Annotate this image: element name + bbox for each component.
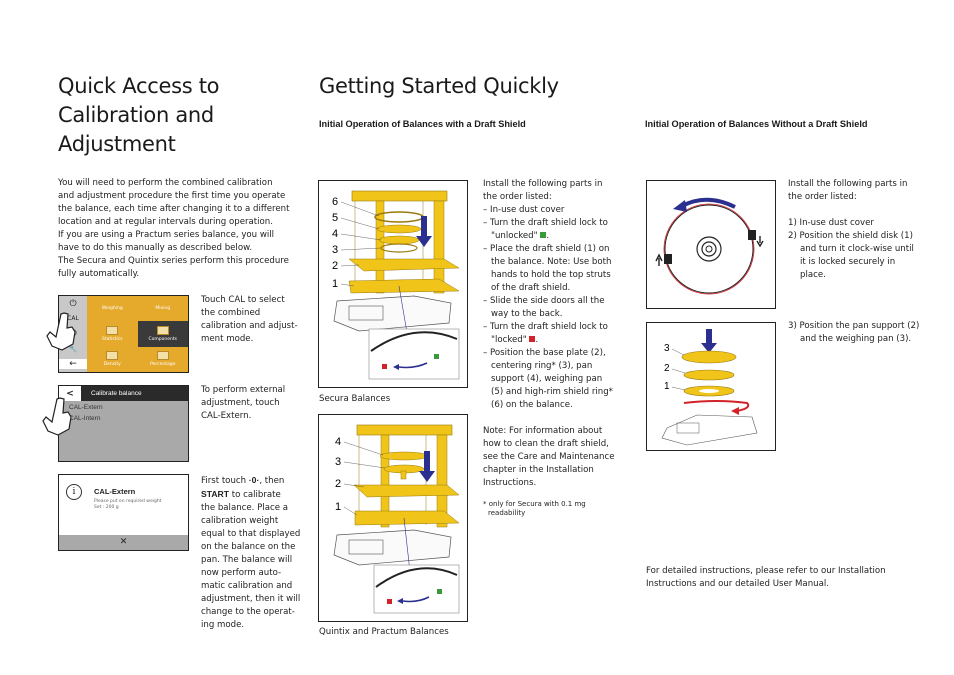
lock-open-icon [434, 354, 439, 359]
quintix-balance-figure: 4 3 2 1 [318, 414, 468, 622]
app-density[interactable]: Density [87, 347, 138, 372]
callout-3: 3 [332, 244, 338, 256]
lock-closed-icon [387, 599, 392, 604]
callout-1: 1 [332, 278, 338, 290]
callout-1: 1 [335, 501, 341, 513]
section-heading-with-shield: Initial Operation of Balances with a Dra… [319, 119, 526, 129]
start-key: START [201, 489, 230, 499]
draft-shield-instructions: Install the following parts in the order … [483, 179, 615, 517]
step1-text: Touch CAL to select the combined calibrati… [201, 295, 298, 344]
lock-closed-icon [382, 364, 387, 369]
cleaning-note: Note: For information about how to clean… [483, 426, 615, 488]
callout-2: 2 [664, 363, 670, 374]
pan-instructions: 3) Position the pan support (2) and the … [788, 321, 920, 344]
callout-6: 6 [332, 196, 338, 208]
quintix-caption: Quintix and Practum Balances [319, 627, 449, 637]
app-mixing[interactable]: Mixing [138, 296, 189, 321]
app-weighing[interactable]: Weighing [87, 296, 138, 321]
page-title-calibration: Quick Access to Calibration and Adjustme… [58, 74, 220, 156]
secura-caption: Secura Balances [319, 394, 391, 404]
unlocked-icon [540, 232, 547, 238]
app-statistics[interactable]: Statistics [87, 321, 138, 346]
callout-5: 5 [332, 212, 338, 224]
app-components[interactable]: Components [137, 321, 188, 347]
zero-key: ·0· [248, 475, 260, 485]
secura-balance-figure: 6 5 4 3 2 1 [318, 180, 468, 388]
power-icon: ⏻ [69, 299, 77, 310]
step2-text: To perform external adjustment, touch CAL-… [201, 385, 286, 421]
intro-paragraph: You will need to perform the combined ca… [58, 178, 290, 279]
page-title-getting-started: Getting Started Quickly [319, 74, 559, 98]
info-icon: i [66, 484, 82, 500]
back-arrow-icon: ← [59, 358, 87, 369]
callout-2: 2 [332, 260, 338, 272]
shield-disk-figure [646, 180, 776, 309]
no-shield-instructions: Install the following parts in the order … [788, 179, 914, 280]
step3-text: First touch ·0·, then START to calibrate… [201, 475, 301, 630]
hand-pointer-icon [42, 397, 72, 436]
cal-extern-dialog-illustration: i CAL-Extern Please put on required weig… [58, 474, 189, 551]
dialog-title: CAL-Extern [94, 487, 136, 496]
footer-reference: For detailed instructions, please refer … [646, 566, 886, 589]
lock-open-icon [437, 589, 442, 594]
callout-1: 1 [664, 381, 670, 392]
app-percentage[interactable]: Percentage [138, 347, 189, 372]
pan-assembly-figure: 3 2 1 [646, 322, 776, 451]
section-heading-without-shield: Initial Operation of Balances Without a … [645, 119, 868, 129]
cal-extern-item[interactable]: CAL-Extern [59, 401, 188, 415]
locked-icon [529, 336, 536, 342]
calibrate-screen-illustration: < Calibrate balance CAL-Extern CAL-Inter… [58, 385, 189, 462]
callout-4: 4 [335, 436, 341, 448]
screen-title: Calibrate balance [81, 386, 188, 401]
callout-4: 4 [332, 228, 338, 240]
hand-pointer-icon [46, 312, 76, 351]
callout-3: 3 [335, 456, 341, 468]
close-icon[interactable]: ✕ [59, 535, 188, 550]
callout-3: 3 [664, 343, 670, 354]
callout-2: 2 [335, 478, 341, 490]
cal-intern-item[interactable]: CAL-Intern [59, 415, 188, 423]
footnote: * only for Secura with 0.1 mg readabilit… [483, 500, 586, 517]
